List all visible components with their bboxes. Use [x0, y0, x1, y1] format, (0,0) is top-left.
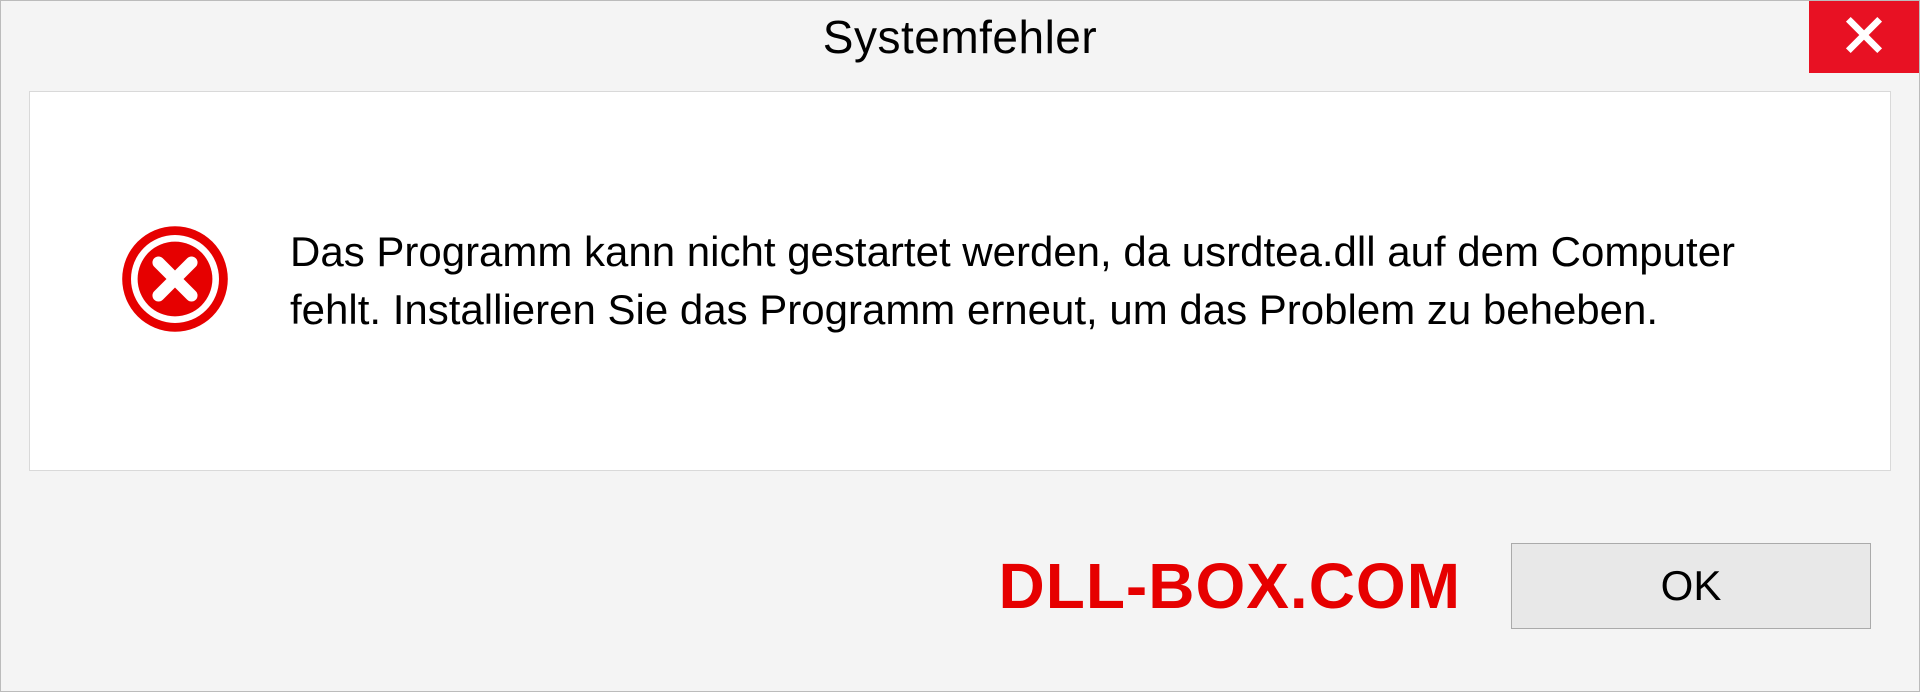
- watermark-text: DLL-BOX.COM: [999, 549, 1462, 623]
- error-icon: [120, 224, 230, 339]
- error-message: Das Programm kann nicht gestartet werden…: [290, 223, 1830, 339]
- error-dialog: Systemfehler Das Programm kann nicht ges…: [0, 0, 1920, 692]
- dialog-title: Systemfehler: [823, 10, 1097, 64]
- close-icon: [1844, 15, 1884, 60]
- ok-button[interactable]: OK: [1511, 543, 1871, 629]
- close-button[interactable]: [1809, 1, 1919, 73]
- message-panel: Das Programm kann nicht gestartet werden…: [29, 91, 1891, 471]
- titlebar: Systemfehler: [1, 1, 1919, 73]
- dialog-footer: DLL-BOX.COM OK: [1, 511, 1919, 691]
